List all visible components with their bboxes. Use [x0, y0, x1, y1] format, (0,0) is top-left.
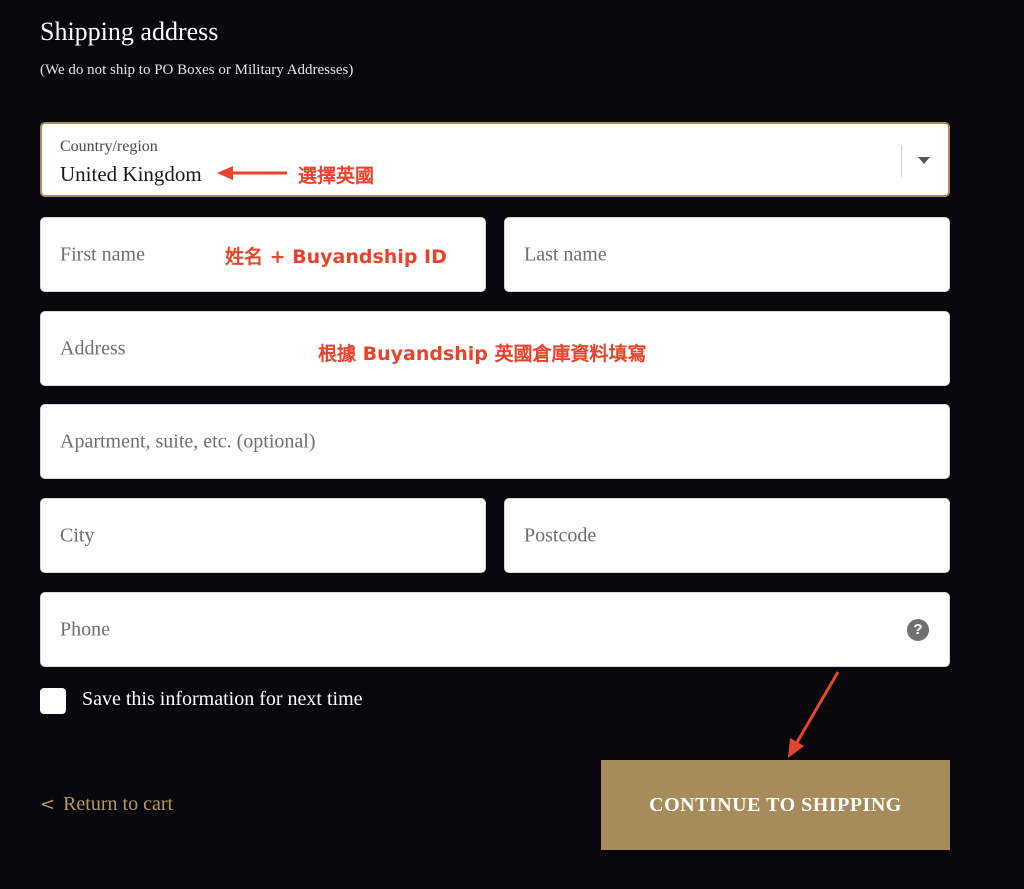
country-label: Country/region: [60, 138, 158, 155]
phone-field[interactable]: Phone ?: [40, 592, 950, 667]
annotation-arrow-diagonal-icon: [788, 671, 840, 758]
apartment-field[interactable]: Apartment, suite, etc. (optional): [40, 404, 950, 479]
save-info-label[interactable]: Save this information for next time: [82, 688, 363, 711]
address-placeholder: Address: [60, 337, 126, 359]
postcode-field[interactable]: Postcode: [504, 498, 950, 573]
chevron-down-icon[interactable]: [918, 157, 930, 164]
country-value: United Kingdom: [60, 162, 202, 186]
apartment-placeholder: Apartment, suite, etc. (optional): [60, 430, 316, 452]
save-info-checkbox[interactable]: [40, 688, 66, 714]
city-field[interactable]: City: [40, 498, 486, 573]
page-title: Shipping address: [40, 17, 219, 46]
shipping-restriction-note: (We do not ship to PO Boxes or Military …: [40, 62, 354, 78]
first-name-placeholder: First name: [60, 243, 145, 265]
last-name-placeholder: Last name: [524, 243, 607, 265]
last-name-field[interactable]: Last name: [504, 217, 950, 292]
annotation-arrow-left-icon: [217, 166, 287, 180]
phone-placeholder: Phone: [60, 618, 110, 640]
help-icon[interactable]: ?: [907, 619, 929, 641]
postcode-placeholder: Postcode: [524, 524, 597, 546]
annotation-address-note: 根據 Buyandship 英國倉庫資料填寫: [318, 343, 647, 365]
return-to-cart-label: Return to cart: [63, 793, 174, 815]
annotation-name-note: 姓名 + Buyandship ID: [225, 246, 447, 268]
return-to-cart-link[interactable]: < Return to cart: [40, 793, 173, 816]
annotation-country-note: 選擇英國: [298, 165, 375, 187]
country-select[interactable]: Country/region United Kingdom: [40, 122, 950, 197]
select-divider: [901, 145, 902, 177]
chevron-left-icon: <: [40, 794, 56, 815]
continue-to-shipping-button[interactable]: CONTINUE TO SHIPPING: [601, 760, 950, 850]
city-placeholder: City: [60, 524, 95, 546]
